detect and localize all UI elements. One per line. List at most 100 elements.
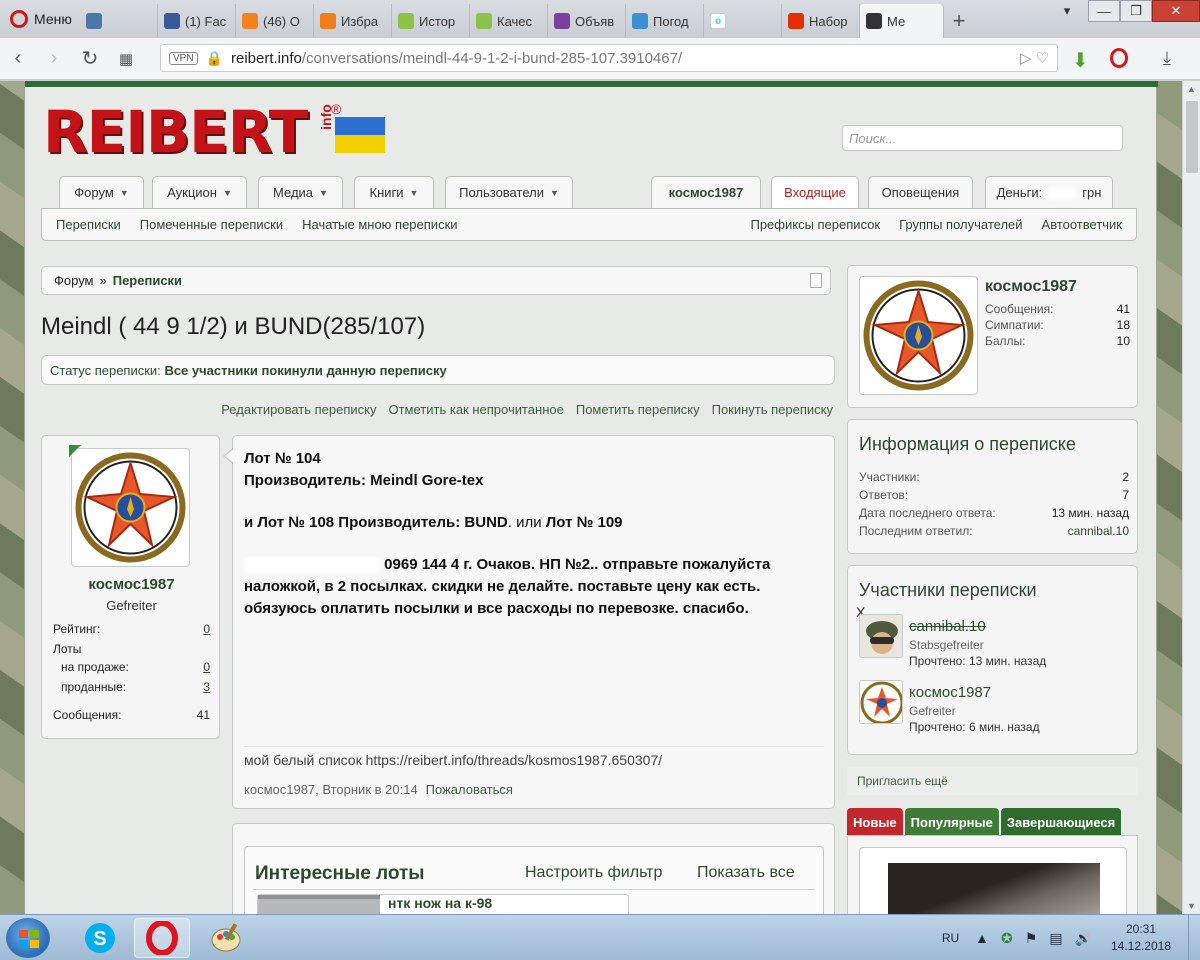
participant-avatar[interactable]: [859, 614, 903, 658]
opera-icon: [146, 921, 178, 955]
participant-rank: Gefreiter: [909, 704, 956, 718]
aliexpress-icon: [788, 13, 804, 29]
profile-name[interactable]: космос1987: [985, 278, 1077, 296]
mark-unread-link[interactable]: Отметить как непрочитанное: [388, 402, 563, 417]
nav-tab-auction[interactable]: Аукцион ▼: [152, 176, 247, 208]
leave-conversation-link[interactable]: Покинуть переписку: [712, 402, 833, 417]
minimize-button[interactable]: —: [1088, 0, 1120, 22]
browser-tab[interactable]: Ме: [860, 4, 944, 38]
participant-read: Прочтено: 13 мин. назад: [909, 654, 1047, 668]
tray-expand-icon[interactable]: ▲: [975, 930, 989, 946]
avatar[interactable]: [859, 276, 978, 395]
lots-row: Лоты: [53, 642, 82, 656]
auction-tab-ending[interactable]: Завершающиеся: [1000, 808, 1122, 835]
back-icon[interactable]: ‹: [0, 38, 36, 80]
browser-tab[interactable]: Объяв: [548, 4, 626, 38]
profile-stat: Симпатии: 18: [985, 318, 1130, 332]
nav-tab-users[interactable]: Пользователи ▼: [445, 176, 573, 208]
scrollbar-thumb[interactable]: [1186, 101, 1198, 173]
nav-tab-books[interactable]: Книги ▼: [354, 176, 434, 208]
filter-link[interactable]: Настроить фильтр: [525, 864, 662, 882]
site-logo[interactable]: REIBERT: [43, 103, 308, 161]
paint-taskbar-button[interactable]: [198, 918, 254, 958]
speed-dial-icon[interactable]: ▦: [108, 38, 144, 80]
auction-tab-popular[interactable]: Популярные: [904, 808, 999, 835]
star-conversation-link[interactable]: Пометить переписку: [576, 402, 700, 417]
address-bar-row: ‹ › ↻ ▦ VPN 🔒 reibert.info/conversations…: [0, 38, 1200, 80]
subnav-autoresponder[interactable]: Автоответчик: [1042, 217, 1122, 232]
breadcrumb-forum[interactable]: Форум: [54, 273, 94, 288]
nav-tab-inbox[interactable]: Входящие: [771, 176, 859, 208]
subnav-prefixes[interactable]: Префиксы переписок: [750, 217, 880, 232]
browser-tab[interactable]: [80, 4, 158, 38]
svg-text:S: S: [93, 928, 106, 950]
bookmark-heart-icon[interactable]: ▷ ♡: [1020, 49, 1049, 67]
downloads-icon[interactable]: ⤓: [1163, 48, 1171, 69]
tray-app-icon[interactable]: ✪: [1001, 930, 1013, 947]
nav-tab-alerts[interactable]: Оповещения: [868, 176, 973, 208]
scroll-down-icon[interactable]: ▼: [1187, 901, 1196, 911]
browser-tab[interactable]: Избра: [314, 4, 392, 38]
report-link[interactable]: Пожаловаться: [426, 782, 513, 797]
maximize-button[interactable]: ❐: [1120, 0, 1152, 22]
forward-icon[interactable]: ›: [36, 38, 72, 80]
auction-tab-new[interactable]: Новые: [847, 808, 903, 835]
auction-card[interactable]: [859, 847, 1127, 914]
show-all-link[interactable]: Показать все: [697, 864, 795, 882]
avatar[interactable]: [71, 448, 190, 567]
vpn-badge[interactable]: VPN: [169, 51, 198, 65]
signature[interactable]: мой белый список https://reibert.info/th…: [244, 746, 824, 768]
browser-tab[interactable]: (1) Fac: [158, 4, 236, 38]
subnav-starred[interactable]: Помеченные переписки: [140, 217, 283, 232]
volume-icon[interactable]: 🔊: [1075, 930, 1092, 947]
breadcrumb-current[interactable]: Переписки: [113, 273, 182, 288]
lot-item[interactable]: нтк нож на к-98: [257, 894, 629, 914]
download-extension-icon[interactable]: ⬇: [1072, 48, 1089, 73]
document-icon[interactable]: [810, 273, 822, 288]
author-name[interactable]: космос1987: [42, 576, 221, 593]
skype-icon: S: [85, 923, 115, 953]
browser-tab[interactable]: (46) O: [236, 4, 314, 38]
browser-tab[interactable]: Истор: [392, 4, 470, 38]
globe-icon: [554, 13, 570, 29]
show-desktop-button[interactable]: [1188, 915, 1200, 960]
browser-tab[interactable]: Качес: [470, 4, 548, 38]
edit-conversation-link[interactable]: Редактировать переписку: [221, 402, 376, 417]
scroll-up-icon[interactable]: ▲: [1187, 84, 1196, 94]
nav-tab-user[interactable]: космос1987: [651, 176, 761, 208]
skype-taskbar-button[interactable]: S: [72, 918, 128, 958]
subnav-recipient-groups[interactable]: Группы получателей: [899, 217, 1022, 232]
close-window-button[interactable]: ✕: [1152, 0, 1200, 22]
browser-tab[interactable]: Погод: [626, 4, 704, 38]
flag-icon[interactable]: ⚑: [1025, 930, 1038, 947]
browser-tab[interactable]: o: [704, 4, 782, 38]
language-indicator[interactable]: RU: [942, 931, 959, 945]
lock-icon[interactable]: 🔒: [206, 50, 223, 67]
olx-icon: o: [710, 13, 726, 29]
url-field[interactable]: VPN 🔒 reibert.info/conversations/meindl-…: [160, 44, 1058, 72]
nav-tab-money[interactable]: Деньги: грн: [985, 176, 1113, 208]
subnav-conversations[interactable]: Переписки: [56, 217, 121, 232]
network-icon[interactable]: ▤: [1049, 930, 1062, 947]
opera-taskbar-button[interactable]: [134, 918, 190, 958]
clock[interactable]: 20:31 14.12.2018: [1104, 921, 1178, 955]
auction-tabs: Новые Популярные Завершающиеся: [847, 808, 1122, 835]
url-host: reibert.info: [231, 49, 302, 67]
participant-avatar[interactable]: [859, 680, 903, 724]
invite-more-link[interactable]: Пригласить ещё: [847, 767, 1138, 795]
opera-extension-icon[interactable]: [1110, 48, 1128, 71]
participant-name[interactable]: космос1987: [909, 684, 991, 701]
nav-tab-forum[interactable]: Форум ▼: [59, 176, 144, 208]
opera-menu-button[interactable]: Меню: [0, 0, 80, 38]
search-input[interactable]: Поиск...: [842, 125, 1123, 151]
subnav-started[interactable]: Начатые мною переписки: [302, 217, 457, 232]
start-button[interactable]: [6, 918, 50, 958]
reload-icon[interactable]: ↻: [72, 38, 108, 80]
lots-title: Интересные лоты: [255, 863, 425, 884]
nav-tab-media[interactable]: Медиа ▼: [258, 176, 343, 208]
browser-tab[interactable]: Набор: [782, 4, 860, 38]
new-tab-button[interactable]: +: [944, 4, 974, 38]
participant-name[interactable]: cannibal.10: [909, 618, 986, 635]
tab-menu-icon[interactable]: ▾: [1052, 0, 1082, 22]
page-scrollbar[interactable]: ▲ ▼: [1182, 81, 1200, 914]
